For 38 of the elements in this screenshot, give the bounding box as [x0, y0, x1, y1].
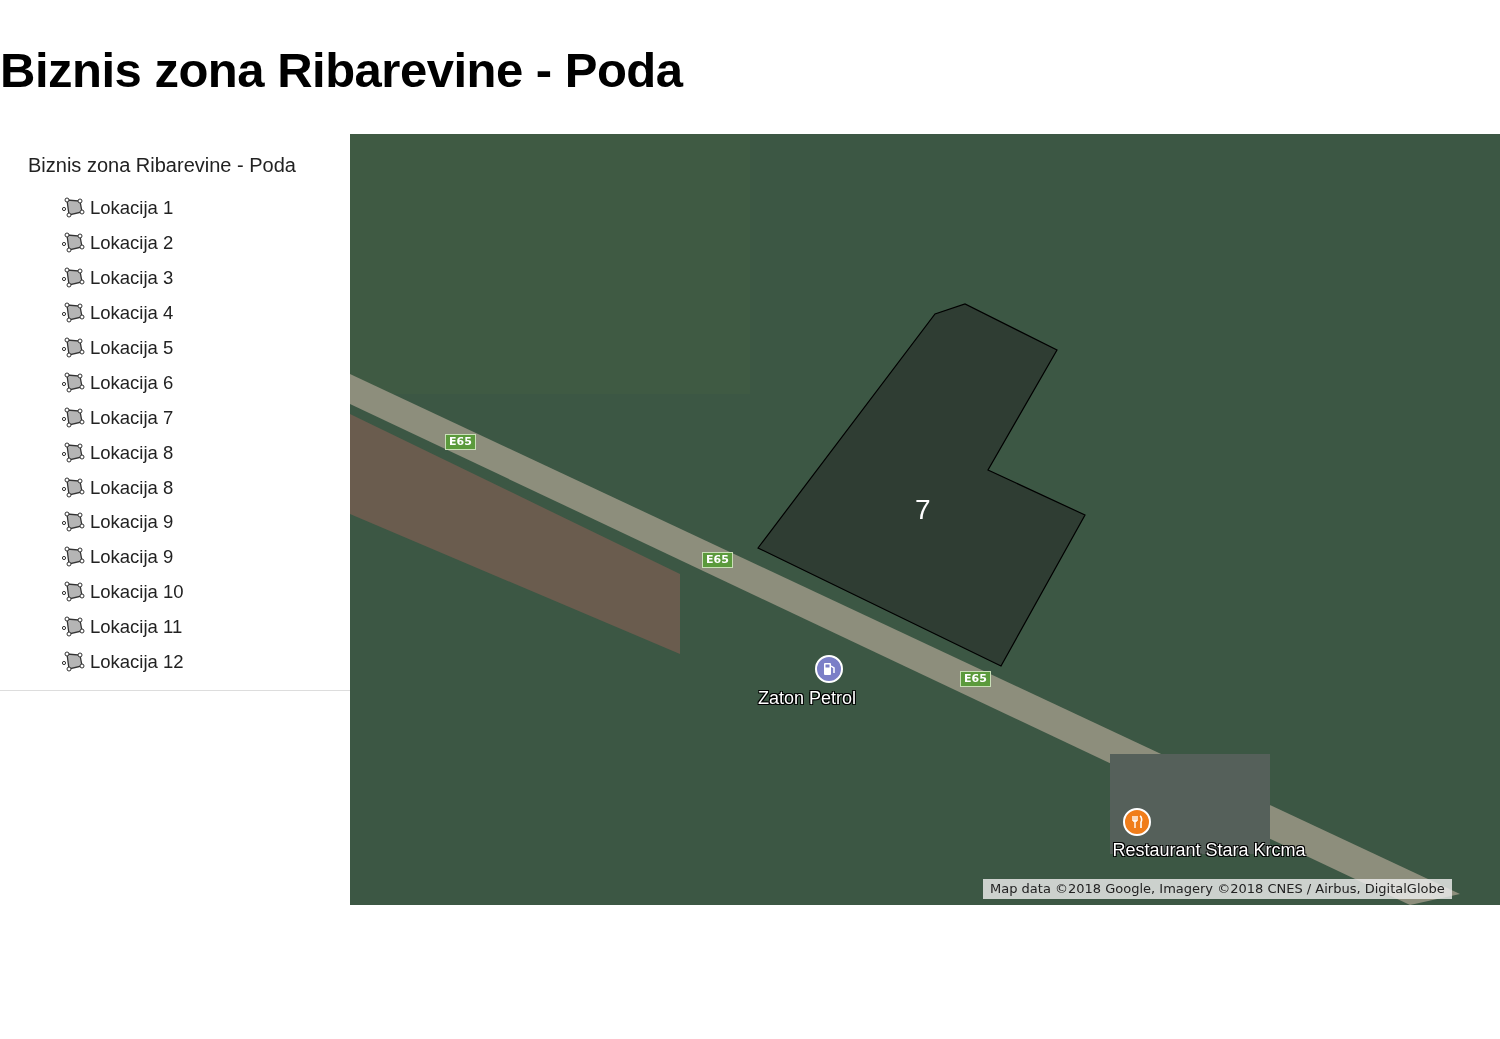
polygon-icon — [61, 616, 85, 639]
polygon-icon — [61, 581, 85, 604]
polygon-icon — [61, 371, 85, 394]
location-item[interactable]: Lokacija 9 — [90, 511, 174, 534]
location-item[interactable]: Lokacija 1 — [90, 197, 174, 220]
road-shield: E65 — [960, 671, 991, 687]
place-label[interactable]: Restaurant Stara Krcma — [1112, 839, 1306, 861]
polygon-icon — [61, 651, 85, 673]
layer-title: Biznis zona Ribarevine - Poda — [27, 153, 296, 177]
location-item[interactable]: Lokacija 10 — [90, 581, 184, 604]
location-item[interactable]: Lokacija 6 — [90, 371, 174, 394]
location-item[interactable]: Lokacija 12 — [90, 651, 184, 673]
polygon-icon — [61, 197, 85, 220]
polygon-icon — [61, 511, 85, 534]
location-item[interactable]: Lokacija 9 — [90, 546, 174, 569]
parcel-label: 7 — [915, 494, 931, 526]
location-item[interactable]: Lokacija 7 — [90, 406, 174, 429]
page-title: Biznis zona Ribarevine - Poda — [0, 42, 685, 99]
polygon-icon — [61, 337, 85, 359]
road-shield: E65 — [702, 552, 733, 568]
location-item[interactable]: Lokacija 8 — [90, 476, 174, 499]
location-item[interactable]: Lokacija 5 — [90, 337, 174, 359]
polygon-icon — [61, 406, 85, 429]
place-label[interactable]: Zaton Petrol — [757, 687, 857, 709]
location-item[interactable]: Lokacija 3 — [90, 267, 174, 290]
parcel-polygon[interactable] — [757, 303, 1086, 667]
road-shield: E65 — [445, 434, 476, 450]
polygon-icon — [61, 546, 85, 569]
polygon-icon — [61, 441, 85, 464]
location-item[interactable]: Lokacija 11 — [90, 616, 183, 639]
polygon-icon — [61, 232, 85, 255]
location-item[interactable]: Lokacija 2 — [90, 232, 174, 255]
polygon-icon — [61, 267, 85, 290]
location-item[interactable]: Lokacija 8 — [90, 441, 174, 464]
polygon-icon — [61, 302, 85, 325]
location-item[interactable]: Lokacija 4 — [90, 302, 174, 325]
map-attribution: Map data ©2018 Google, Imagery ©2018 CNES / Airbus, DigitalGlobe — [983, 879, 1452, 899]
polygon-icon — [61, 476, 85, 499]
